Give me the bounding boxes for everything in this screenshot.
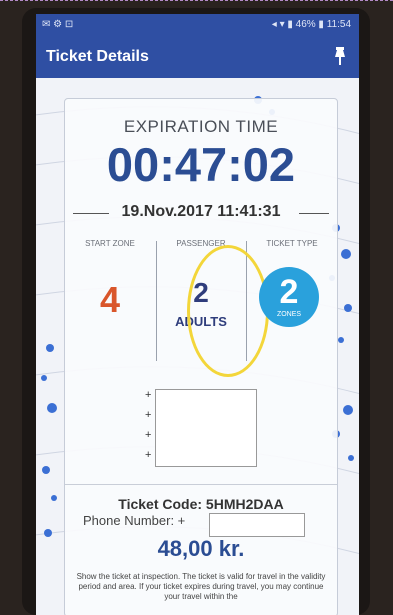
section-divider [65, 484, 337, 485]
barcode-mark: + [145, 449, 152, 461]
ticket-card: EXPIRATION TIME 00:47:02 19.Nov.2017 11:… [64, 98, 338, 615]
validity-note: Show the ticket at inspection. The ticke… [76, 572, 326, 601]
date-rule-right [299, 213, 329, 214]
highlight-annotation [187, 245, 269, 377]
pin-icon[interactable] [333, 46, 347, 66]
barcode-mark: + [145, 409, 152, 421]
zones-label: ZONES [276, 311, 302, 318]
expiry-datetime: 19.Nov.2017 11:41:31 [121, 203, 281, 220]
redaction-box [155, 389, 257, 467]
start-zone-label: START ZONE [85, 239, 135, 248]
barcode-mark: + [145, 429, 152, 441]
status-bar: ✉ ⚙ ⊡ ◂ ▾ ▮ 46% ▮ 11:54 [36, 14, 359, 36]
redaction-box [209, 513, 305, 537]
ticket-price: 48,00 kr. [157, 536, 245, 561]
status-readout: ◂ ▾ ▮ 46% ▮ 11:54 [271, 19, 351, 30]
app-bar: Ticket Details [36, 36, 359, 78]
ticket-barcode: + + + + + + + + [141, 389, 261, 469]
zones-badge: 2 ZONES [259, 267, 319, 327]
notification-icons: ✉ ⚙ ⊡ [42, 19, 74, 30]
ticket-type-label: TICKET TYPE [266, 239, 318, 248]
phone-label: Phone Number: + [83, 513, 186, 528]
countdown-timer: 00:47:02 [106, 138, 296, 191]
start-zone-value: 4 [99, 279, 121, 320]
ticket-code: Ticket Code: 5HMH2DAA [118, 496, 284, 512]
zones-count: 2 [279, 273, 299, 311]
page-title: Ticket Details [46, 48, 149, 65]
image-border [0, 0, 393, 6]
barcode-mark: + [145, 389, 152, 401]
expiry-datetime-row: 19.Nov.2017 11:41:31 [73, 203, 329, 223]
expiration-label: EXPIRATION TIME [123, 117, 279, 136]
phone-screen: ✉ ⚙ ⊡ ◂ ▾ ▮ 46% ▮ 11:54 Ticket Details E… [36, 14, 359, 615]
